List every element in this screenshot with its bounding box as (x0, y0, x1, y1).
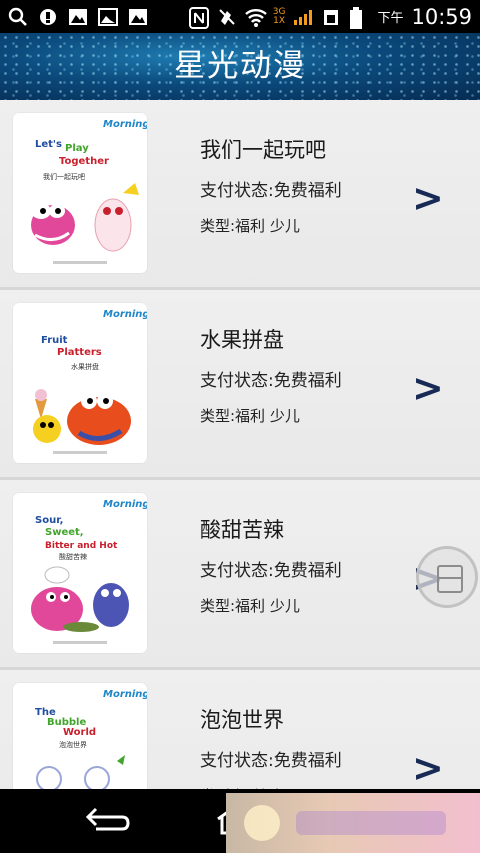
chevron-right-icon[interactable]: > (412, 366, 444, 410)
app-header: 星光动漫 (0, 33, 480, 100)
status-ampm: 下午 (377, 11, 404, 26)
item-title: 我们一起玩吧 (200, 138, 326, 162)
wifi-icon (244, 7, 267, 27)
signal-icon (293, 7, 313, 27)
cover-subtitle: 我们一起玩吧 (43, 172, 85, 181)
floating-menu-button[interactable] (416, 546, 478, 608)
sim-icon (321, 7, 341, 27)
cover-line3: Bitter and Hot (45, 541, 118, 551)
cover-subtitle: 酸甜苦辣 (59, 552, 87, 561)
book-cover[interactable]: Morning The Bubble World 泡泡世界 (13, 683, 147, 789)
watermark-logo (226, 793, 480, 853)
list-item[interactable]: Morning Let's Play Together 我们一起玩吧 我们一起玩… (0, 100, 480, 290)
cover-illustration: Morning Fruit Platters 水果拼盘 (13, 303, 147, 463)
cover-brand: Morning (103, 689, 147, 700)
book-cover[interactable]: Morning Let's Play Together 我们一起玩吧 (13, 113, 147, 273)
watermark-graphic (244, 805, 446, 841)
cover-line2: Play (65, 143, 89, 154)
status-time: 10:59 (411, 4, 472, 29)
network-type: 3G 1X (273, 7, 286, 26)
list-item[interactable]: Morning The Bubble World 泡泡世界 泡泡世界 支付状态:… (0, 670, 480, 789)
cover-brand: Morning (103, 309, 147, 320)
battery-icon (349, 6, 369, 29)
cover-illustration: Morning Let's Play Together 我们一起玩吧 (13, 113, 147, 273)
cover-subtitle: 泡泡世界 (59, 740, 87, 749)
gallery-icon (98, 7, 118, 27)
cover-illustration: Morning The Bubble World 泡泡世界 (13, 683, 147, 789)
cover-brand: Morning (103, 499, 147, 510)
cover-line3: World (63, 727, 96, 738)
item-title: 水果拼盘 (200, 328, 284, 352)
cover-line1: Let's (35, 139, 62, 150)
item-type: 类型:福利 少儿 (200, 217, 300, 235)
cover-line3: Together (59, 156, 109, 167)
list-item[interactable]: Morning Sour, Sweet, Bitter and Hot 酸甜苦辣… (0, 480, 480, 670)
book-cover[interactable]: Morning Fruit Platters 水果拼盘 (13, 303, 147, 463)
image-icon (68, 7, 88, 27)
item-title: 泡泡世界 (200, 708, 284, 732)
item-pay-status: 支付状态:免费福利 (200, 371, 342, 391)
menu-icon (437, 565, 463, 593)
item-pay-status: 支付状态:免费福利 (200, 561, 342, 581)
cover-line1: Fruit (41, 335, 68, 346)
nfc-icon (188, 6, 209, 29)
cover-line2: Platters (57, 347, 102, 358)
image-icon-2 (128, 7, 148, 27)
cover-line2: Sweet, (45, 527, 84, 538)
book-cover[interactable]: Morning Sour, Sweet, Bitter and Hot 酸甜苦辣 (13, 493, 147, 653)
item-type: 类型:福利 少儿 (200, 597, 300, 615)
back-icon[interactable] (82, 803, 132, 837)
mute-icon (217, 7, 237, 27)
item-pay-status: 支付状态:免费福利 (200, 751, 342, 771)
page-title: 星光动漫 (174, 48, 306, 84)
chevron-right-icon[interactable]: > (412, 176, 444, 220)
notification-icon (38, 7, 58, 27)
network-sub: 1X (273, 15, 286, 26)
list-item[interactable]: Morning Fruit Platters 水果拼盘 水果拼盘 支付状态:免费… (0, 290, 480, 480)
search-icon (8, 7, 28, 27)
cover-illustration: Morning Sour, Sweet, Bitter and Hot 酸甜苦辣 (13, 493, 147, 653)
chevron-right-icon[interactable]: > (412, 746, 444, 789)
item-pay-status: 支付状态:免费福利 (200, 181, 342, 201)
status-bar: 3G 1X 下午 10:59 (0, 0, 480, 33)
item-title: 酸甜苦辣 (200, 518, 284, 542)
comic-list[interactable]: Morning Let's Play Together 我们一起玩吧 我们一起玩… (0, 100, 480, 789)
cover-subtitle: 水果拼盘 (71, 362, 99, 371)
cover-brand: Morning (103, 119, 147, 130)
item-type: 类型:福利 少儿 (200, 407, 300, 425)
cover-line1: Sour, (35, 515, 63, 526)
